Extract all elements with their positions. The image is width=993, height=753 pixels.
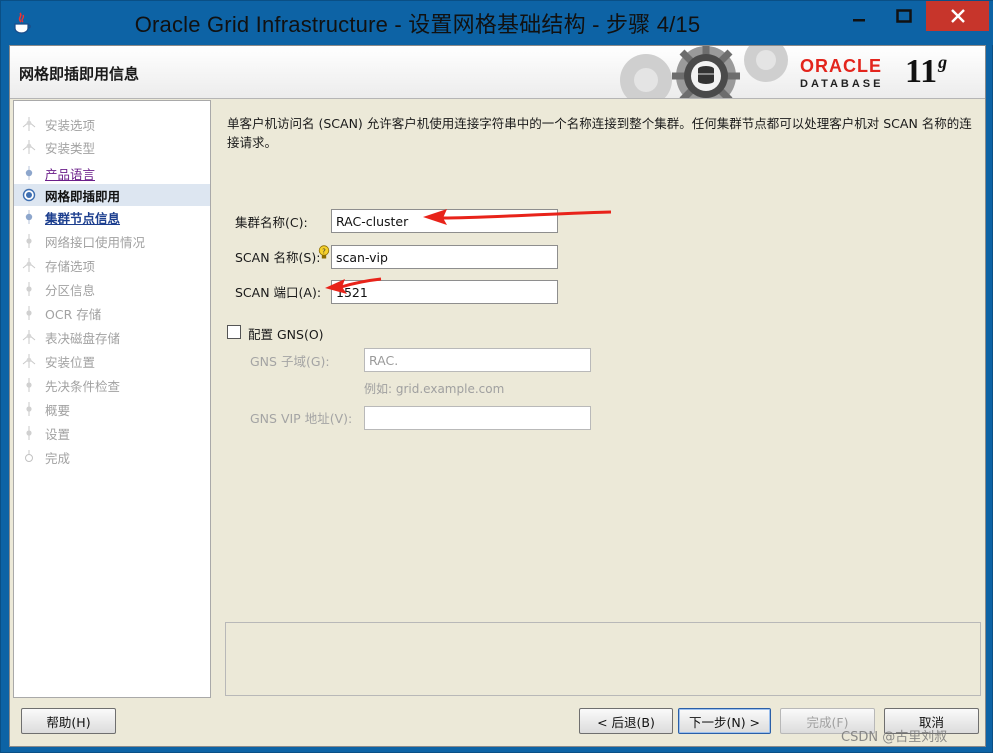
step-dot-icon <box>26 234 32 248</box>
configure-gns-label[interactable]: 配置 GNS(O) <box>248 324 324 343</box>
sidebar-step-label: 集群节点信息 <box>45 210 121 226</box>
watermark-text: CSDN @古里刘叔 <box>841 730 948 745</box>
step-dot-icon <box>25 210 33 224</box>
scan-name-label: SCAN 名称(S): <box>235 250 321 265</box>
sidebar-step: 设置 <box>14 422 210 444</box>
minimize-icon <box>852 19 865 22</box>
window-title: Oracle Grid Infrastructure - 设置网格基础结构 - … <box>134 12 701 37</box>
sidebar-step: 网格即插即用 <box>14 184 210 206</box>
gears-icon <box>620 46 788 98</box>
page-heading: 网格即插即用信息 <box>19 65 140 83</box>
sidebar-step-label: 设置 <box>45 426 71 442</box>
step-dot-icon <box>25 166 33 180</box>
version-suffix: g <box>938 52 948 72</box>
maximize-icon <box>895 9 912 23</box>
sidebar-step: 安装类型 <box>14 136 210 158</box>
sidebar-step[interactable]: 集群节点信息 <box>14 206 210 228</box>
step-end-icon <box>25 450 33 462</box>
close-button[interactable] <box>926 1 989 31</box>
sidebar-step-label: OCR 存储 <box>45 306 102 322</box>
version-logo: 11g <box>905 52 947 91</box>
sidebar-step-label: 完成 <box>45 450 71 466</box>
sidebar-step-label: 表决磁盘存储 <box>45 330 121 346</box>
back-button[interactable]: < 后退(B) <box>579 708 673 734</box>
scan-description: 单客户机访问名 (SCAN) 允许客户机使用连接字符串中的一个名称连接到整个集群… <box>227 116 972 150</box>
scan-name-input[interactable]: scan-vip <box>331 245 558 269</box>
annotation-arrow-icon <box>325 277 382 294</box>
sidebar-step[interactable]: 产品语言 <box>14 162 210 184</box>
maximize-button[interactable] <box>880 1 927 31</box>
oracle-brand-text: ORACLE <box>800 56 882 76</box>
sidebar-step: 概要 <box>14 398 210 420</box>
sidebar-step: OCR 存储 <box>14 302 210 324</box>
sidebar-step-label: 安装位置 <box>45 354 96 370</box>
help-button[interactable]: 帮助(H) <box>21 708 116 734</box>
sidebar-step-label: 分区信息 <box>45 282 96 298</box>
sidebar-step: 完成 <box>14 446 210 468</box>
sidebar-step: 存储选项 <box>14 254 210 276</box>
sidebar-step-label: 存储选项 <box>45 258 96 274</box>
svg-text:?: ? <box>322 247 326 255</box>
sidebar-step-label: 安装类型 <box>45 140 96 156</box>
close-icon <box>950 9 965 23</box>
version-major: 11 <box>905 53 938 90</box>
sidebar-step: 安装选项 <box>14 113 210 135</box>
step-dot-icon <box>26 426 32 440</box>
oracle-product-text: DATABASE <box>800 78 884 90</box>
main-panel: 单客户机访问名 (SCAN) 允许客户机使用连接字符串中的一个名称连接到整个集群… <box>214 100 985 698</box>
gns-example-text: 例如: grid.example.com <box>364 382 505 396</box>
steps-sidebar: 安装选项安装类型产品语言网格即插即用 集群节点信息网络接口使用情况 存储选项分区信息… <box>13 100 211 698</box>
hint-bulb-icon: ? <box>318 245 330 259</box>
gns-subdomain-input[interactable]: RAC. <box>364 348 591 372</box>
gns-vip-input[interactable] <box>364 406 591 430</box>
step-dot-icon <box>26 402 32 416</box>
step-branch-icon <box>22 330 36 344</box>
oracle-logo: ORACLE DATABASE <box>800 56 900 94</box>
sidebar-step-label: 网络接口使用情况 <box>45 234 146 250</box>
step-dot-icon <box>26 378 32 392</box>
step-branch-icon <box>22 258 36 272</box>
scan-port-label: SCAN 端口(A): <box>235 285 322 300</box>
step-branch-icon <box>22 354 36 368</box>
step-branch-icon <box>22 117 36 131</box>
configure-gns-checkbox[interactable] <box>227 325 241 339</box>
minimize-button[interactable] <box>835 1 882 31</box>
sidebar-step-label: 先决条件检查 <box>45 378 121 394</box>
step-dot-icon <box>26 282 32 296</box>
step-dot-icon <box>26 306 32 320</box>
sidebar-step-label: 安装选项 <box>45 117 96 133</box>
step-branch-icon <box>22 140 36 154</box>
sidebar-step: 网络接口使用情况 <box>14 230 210 252</box>
gns-vip-label: GNS VIP 地址(V): <box>250 411 353 426</box>
sidebar-step: 先决条件检查 <box>14 374 210 396</box>
next-button[interactable]: 下一步(N) > <box>678 708 771 734</box>
sidebar-step: 表决磁盘存储 <box>14 326 210 348</box>
wizard-header: 网格即插即用信息 ORACLE DATABASE 11g <box>10 46 985 99</box>
sidebar-step-label: 概要 <box>45 402 71 418</box>
sidebar-step: 安装位置 <box>14 350 210 372</box>
installer-window: Oracle Grid Infrastructure - 设置网格基础结构 - … <box>0 0 993 753</box>
message-area <box>225 622 981 696</box>
gns-subdomain-label: GNS 子域(G): <box>250 354 330 369</box>
cluster-name-label: 集群名称(C): <box>235 215 308 230</box>
wizard-body: 网格即插即用信息 ORACLE DATABASE 11g 安装选项 安装类型 产… <box>9 45 986 747</box>
sidebar-step-label: 产品语言 <box>45 166 96 182</box>
title-bar[interactable]: Oracle Grid Infrastructure - 设置网格基础结构 - … <box>1 1 993 45</box>
current-step-icon <box>22 188 36 202</box>
annotation-arrow-icon <box>423 209 612 225</box>
sidebar-step: 分区信息 <box>14 278 210 300</box>
sidebar-step-label: 网格即插即用 <box>45 188 121 204</box>
